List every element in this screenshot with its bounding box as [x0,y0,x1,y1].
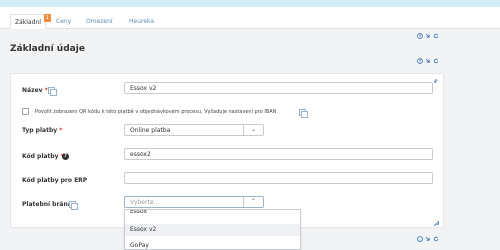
collapse-icon[interactable] [425,33,431,39]
tab-zakladni[interactable]: Základní 1 [10,14,51,29]
copy-icon[interactable] [48,87,57,96]
gateway-options-list: Essox Essox v2 GoPay [124,209,301,250]
help-icon[interactable] [417,236,423,242]
tab-omezeni[interactable]: Omezení [82,14,117,29]
collapse-icon[interactable] [425,236,431,242]
erp-code-field[interactable] [124,172,433,184]
tab-badge: 1 [43,14,51,22]
help-icon[interactable] [417,33,423,39]
tab-bar: Základní 1 Ceny Omezení Heureka [0,7,500,29]
gateway-option-highlighted[interactable]: Essox v2 [125,224,300,236]
tab-label: Heureka [129,18,155,25]
gateway-option[interactable]: GoPay [125,240,300,249]
top-strip [0,0,500,7]
gateway-label: Platební brána [22,201,72,208]
tab-label: Omezení [86,18,113,25]
chevron-down-icon: ⌄ [243,125,263,135]
wrench-icon[interactable] [433,221,439,227]
refresh-icon[interactable] [433,236,439,242]
type-label: Typ platby * [22,127,63,134]
gateway-select[interactable]: Vyberte... ⌃ [124,196,264,208]
tab-label: Ceny [56,18,72,25]
panel-tools [417,58,439,64]
tab-ceny[interactable]: Ceny [52,14,75,29]
erp-code-label: Kód platby pro ERP [22,177,88,184]
help-icon[interactable]: ? [62,153,69,160]
copy-icon[interactable] [299,109,308,118]
name-field[interactable]: Essox v2 [124,82,433,94]
page-title: Základní údaje [10,44,85,54]
payment-type-value: Online platba [130,127,171,134]
section-tools [417,33,439,39]
gateway-option[interactable]: Essox [125,210,300,218]
tab-heureka[interactable]: Heureka [125,14,158,29]
payment-code-field[interactable]: essox2 [124,148,433,160]
copy-icon[interactable] [69,201,78,210]
code-label: Kód platby * [22,153,64,160]
refresh-icon[interactable] [433,58,439,64]
next-section-tools [417,236,439,242]
help-icon[interactable] [417,58,423,64]
name-label: Název * [22,87,48,94]
qr-checkbox-label: Povolit zobrazení QR kódu k této platbě … [35,109,277,115]
qr-checkbox[interactable] [22,108,29,115]
collapse-icon[interactable] [425,58,431,64]
tab-label: Základní [15,19,41,26]
payment-type-select[interactable]: Online platba ⌄ [124,124,264,136]
refresh-icon[interactable] [433,33,439,39]
link-icon[interactable] [433,78,439,84]
gateway-search[interactable]: Vyberte... [130,199,159,206]
chevron-up-icon: ⌃ [243,197,263,207]
